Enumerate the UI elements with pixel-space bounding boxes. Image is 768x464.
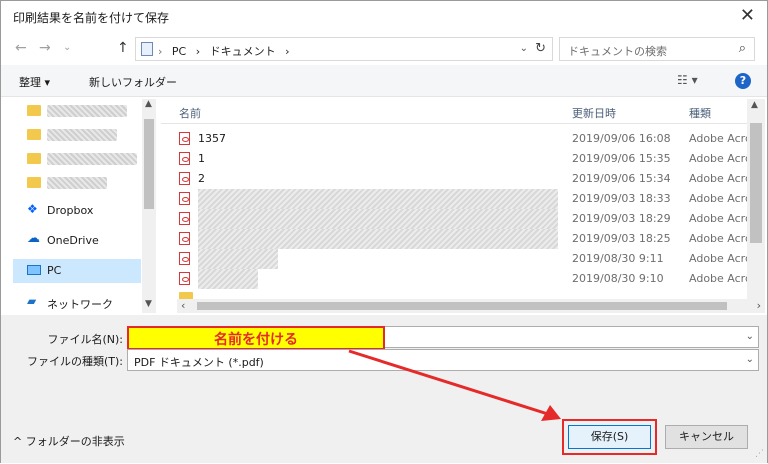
save-dialog: 印刷結果を名前を付けて保存 ✕ ← → ⌄ ↑ › PC › ドキュメント › …	[0, 0, 768, 463]
resize-grip-icon[interactable]: ⋰	[755, 449, 764, 459]
arrow-line	[348, 349, 552, 417]
cancel-button[interactable]: キャンセル	[665, 425, 748, 449]
annotation-arrow	[348, 349, 561, 421]
hide-folders-toggle[interactable]: ^ フォルダーの非表示	[13, 433, 125, 449]
save-button[interactable]: 保存(S)	[568, 425, 651, 449]
